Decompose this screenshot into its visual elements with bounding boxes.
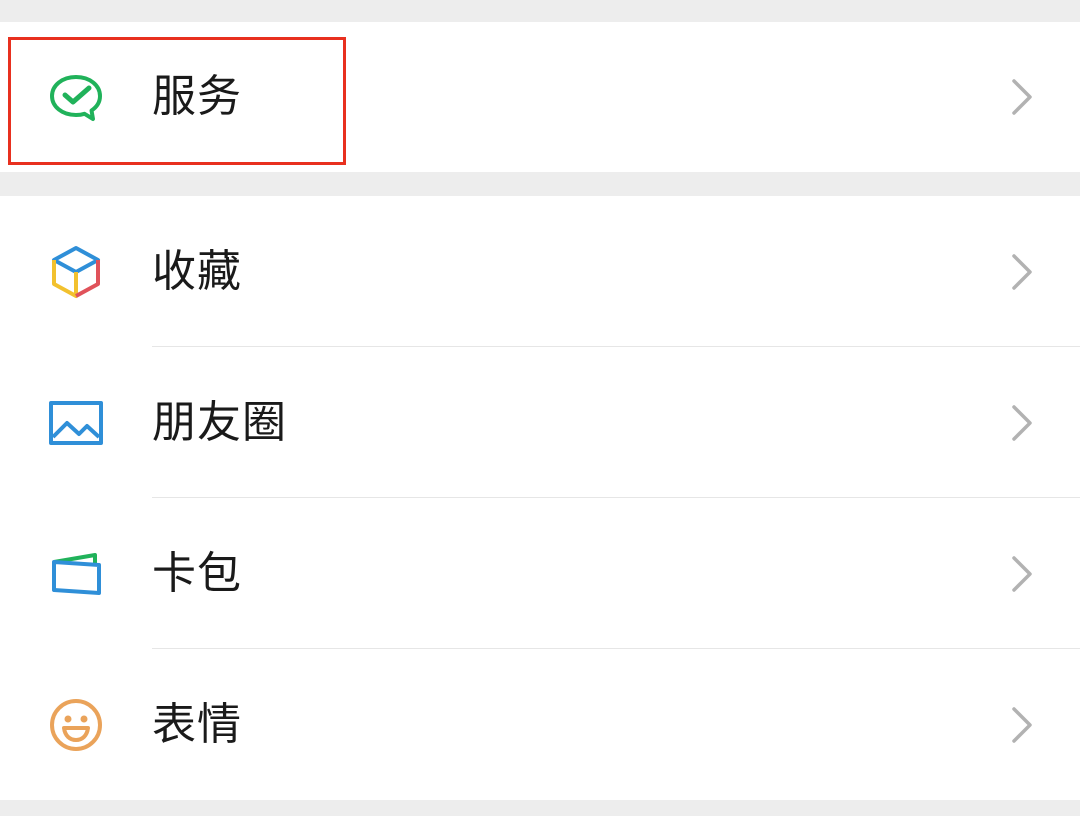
wechat-pay-check-icon: [47, 68, 105, 126]
menu-item-label: 服务: [152, 71, 242, 122]
moments-picture-icon: [47, 394, 105, 452]
chevron-right-icon: [1010, 77, 1034, 117]
menu-item-moments[interactable]: 朋友圈: [0, 347, 1080, 498]
chevron-right-icon: [1010, 403, 1034, 443]
menu-item-label: 收藏: [152, 245, 242, 297]
menu-item-label: 卡包: [152, 547, 242, 599]
menu-group-services: 服务: [0, 22, 1080, 172]
menu-item-label: 表情: [152, 698, 242, 750]
smiley-face-icon: [47, 696, 105, 754]
menu-item-label: 朋友圈: [152, 396, 287, 448]
menu-item-card-wallet[interactable]: 卡包: [0, 498, 1080, 649]
chevron-right-icon: [1010, 705, 1034, 745]
card-wallet-icon: [47, 545, 105, 603]
menu-item-favorites[interactable]: 收藏: [0, 196, 1080, 347]
menu-item-services[interactable]: 服务: [0, 22, 1080, 172]
menu-item-stickers[interactable]: 表情: [0, 649, 1080, 800]
chevron-right-icon: [1010, 252, 1034, 292]
chevron-right-icon: [1010, 554, 1034, 594]
me-page-menu: 服务 收藏 朋友圈 卡包 表情: [0, 0, 1080, 816]
favorites-cube-icon: [47, 243, 105, 301]
menu-group-main: 收藏 朋友圈 卡包 表情: [0, 196, 1080, 800]
